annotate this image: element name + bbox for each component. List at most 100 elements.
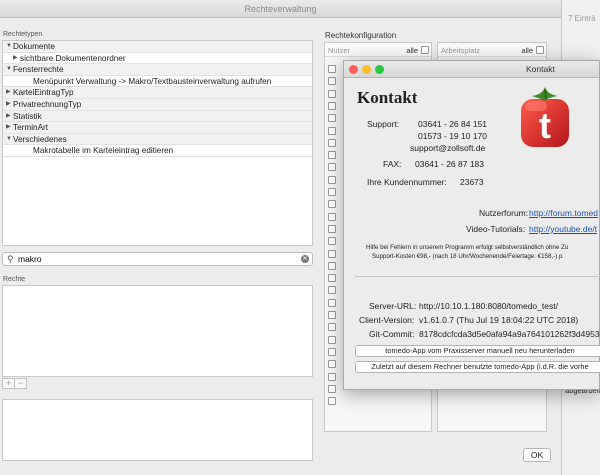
logo-letter: t: [539, 105, 551, 146]
nutzer-checkbox[interactable]: [328, 175, 336, 184]
nutzerforum-label: Nutzerforum:: [479, 208, 529, 218]
disclosure-closed-icon[interactable]: ▶: [6, 111, 13, 123]
disclosure-open-icon[interactable]: ▼: [6, 134, 13, 146]
tree-row-label: KarteiEintragTyp: [13, 88, 74, 98]
nutzer-checkbox[interactable]: [328, 249, 336, 258]
nutzer-checkbox[interactable]: [328, 335, 336, 344]
clear-search-icon[interactable]: ✕: [301, 255, 309, 263]
disclosure-closed-icon[interactable]: ▶: [6, 99, 13, 111]
nutzer-checkbox[interactable]: [328, 163, 336, 172]
git-commit-label: Git-Commit:: [369, 329, 415, 339]
tree-row[interactable]: ▶ Statistik: [3, 110, 312, 123]
support-phone-1: 03641 - 26 84 151: [418, 119, 488, 129]
tree-row-label: PrivatrechnungTyp: [13, 99, 82, 109]
nutzer-checkbox[interactable]: [328, 65, 336, 73]
nutzer-column-header: Nutzer alle: [325, 44, 431, 57]
nutzer-checkbox[interactable]: [328, 114, 336, 123]
client-version-value: v1.61.0.7 (Thu Jul 19 18:04:22 UTC 2018): [419, 315, 579, 325]
last-used-app-button[interactable]: Zuletzt auf diesem Rechner benutzte tome…: [355, 361, 600, 373]
support-email[interactable]: support@zollsoft.de: [410, 143, 485, 153]
tree-row[interactable]: ▶ KarteiEintragTyp: [3, 87, 312, 99]
tree-row[interactable]: ▶ TerminArt: [3, 122, 312, 134]
arbeitsplatz-header: Arbeitsplatz: [441, 46, 481, 55]
kontakt-dialog: Kontakt Kontakt t Support: 03641 - 26 84…: [343, 60, 600, 390]
download-app-button[interactable]: tomedo-App vom Praxisserver manuell neu …: [355, 345, 600, 357]
tree-row-label: Verschiedenes: [13, 134, 67, 144]
nutzer-checkbox[interactable]: [328, 274, 336, 283]
nutzer-checkbox[interactable]: [328, 397, 336, 406]
tree-row-label: TerminArt: [13, 123, 49, 133]
zoom-window-icon[interactable]: [375, 65, 384, 74]
nutzer-checkbox[interactable]: [328, 372, 336, 381]
tree-row-label: Statistik: [13, 111, 42, 121]
arbeitsplatz-alle-checkbox[interactable]: [536, 46, 544, 54]
hilfe-text-1: Hilfe bei Fehlern in unserem Programm er…: [366, 244, 569, 251]
nutzer-checkbox[interactable]: [328, 237, 336, 246]
nutzer-checkbox[interactable]: [328, 311, 336, 319]
fax-label: FAX:: [383, 159, 402, 169]
search-field[interactable]: ⚲ ✕: [2, 252, 313, 266]
nutzer-checkbox[interactable]: [328, 77, 336, 86]
arbeitsplatz-alle-label: alle: [521, 46, 533, 55]
rechtetypen-tree[interactable]: ▼Dokumente ▶ sichtbare Dokumentenordner ▼Fe…: [2, 40, 313, 246]
disclosure-closed-icon[interactable]: ▶: [6, 122, 13, 134]
nutzer-checkbox[interactable]: [328, 138, 336, 147]
tree-row[interactable]: Menüpunkt Verwaltung -> Makro/Textbauste…: [3, 76, 312, 88]
disclosure-open-icon[interactable]: ▼: [6, 41, 13, 53]
tree-row[interactable]: ▼Fensterrechte: [3, 64, 312, 76]
tree-row[interactable]: ▶ sichtbare Dokumentenordner: [3, 53, 312, 65]
description-panel: [2, 399, 313, 461]
disclosure-closed-icon[interactable]: ▶: [13, 53, 20, 65]
nutzer-checkbox[interactable]: [328, 89, 336, 98]
eintraege-count: 7 Einträ: [568, 14, 596, 23]
nutzer-checkbox[interactable]: [328, 347, 336, 356]
disclosure-open-icon[interactable]: ▼: [6, 64, 13, 76]
git-commit-value: 8178cdcfcda3d5e0afa94a9a764101262f3d4953: [419, 329, 600, 339]
tree-row[interactable]: ▼Dokumente: [3, 41, 312, 53]
dialog-titlebar: Kontakt: [344, 61, 599, 78]
nutzer-checkbox[interactable]: [328, 224, 336, 233]
nutzer-checkbox[interactable]: [328, 212, 336, 221]
close-window-icon[interactable]: [349, 65, 358, 74]
client-version-label: Client-Version:: [359, 315, 415, 325]
server-url-value: http://10.10.1.180:8080/tomedo_test/: [419, 301, 558, 311]
nutzer-checkbox[interactable]: [328, 126, 336, 135]
fax-number: 03641 - 26 87 183: [415, 159, 485, 169]
remove-button[interactable]: −: [14, 378, 27, 389]
nutzer-checkbox[interactable]: [328, 261, 336, 270]
tree-row-label: Makrotabelle im Karteieintrag editieren: [33, 146, 174, 156]
nutzer-checkbox[interactable]: [328, 323, 336, 332]
video-tutorials-link[interactable]: http://youtube.de/t: [529, 224, 597, 234]
search-input[interactable]: [18, 253, 288, 265]
nutzer-checkbox[interactable]: [328, 200, 336, 209]
ok-button[interactable]: OK: [523, 448, 551, 462]
tree-row[interactable]: ▶ PrivatrechnungTyp: [3, 98, 312, 111]
video-tutorials-label: Video-Tutorials:: [466, 224, 526, 234]
hilfe-text-2: Support-Kosten €98,- (nach 18 Uhr/Wochen…: [372, 253, 563, 260]
tree-row-label: Dokumente: [13, 42, 55, 51]
nutzer-alle-label: alle: [406, 46, 418, 55]
nutzer-checkbox[interactable]: [328, 298, 336, 307]
nutzer-alle-checkbox[interactable]: [421, 46, 429, 54]
support-label: Support:: [367, 119, 400, 129]
disclosure-closed-icon[interactable]: ▶: [6, 87, 13, 99]
nutzer-checkbox[interactable]: [328, 188, 336, 196]
nutzer-checkbox[interactable]: [328, 286, 336, 295]
minimize-window-icon[interactable]: [362, 65, 371, 74]
nutzer-checkbox[interactable]: [328, 384, 336, 393]
server-url-label: Server-URL:: [369, 301, 417, 311]
tree-row-label: sichtbare Dokumentenordner: [20, 53, 126, 63]
support-phone-2: 01573 - 19 10 170: [418, 131, 488, 141]
divider: [355, 276, 600, 277]
tomedo-logo-icon: t: [521, 87, 569, 147]
nutzer-checkbox[interactable]: [328, 360, 336, 369]
window-title: Rechteverwaltung: [0, 0, 561, 18]
nutzerforum-link[interactable]: http://forum.tomed: [529, 208, 598, 218]
nutzer-checkbox[interactable]: [328, 151, 336, 160]
arbeitsplatz-column-header: Arbeitsplatz alle: [438, 44, 546, 57]
kundennummer-label: Ihre Kundennummer:: [367, 177, 447, 187]
rechte-list[interactable]: [2, 285, 313, 377]
nutzer-checkbox[interactable]: [328, 101, 336, 110]
tree-row[interactable]: Makrotabelle im Karteieintrag editieren: [3, 145, 312, 157]
tree-row[interactable]: ▼Verschiedenes: [3, 133, 312, 146]
